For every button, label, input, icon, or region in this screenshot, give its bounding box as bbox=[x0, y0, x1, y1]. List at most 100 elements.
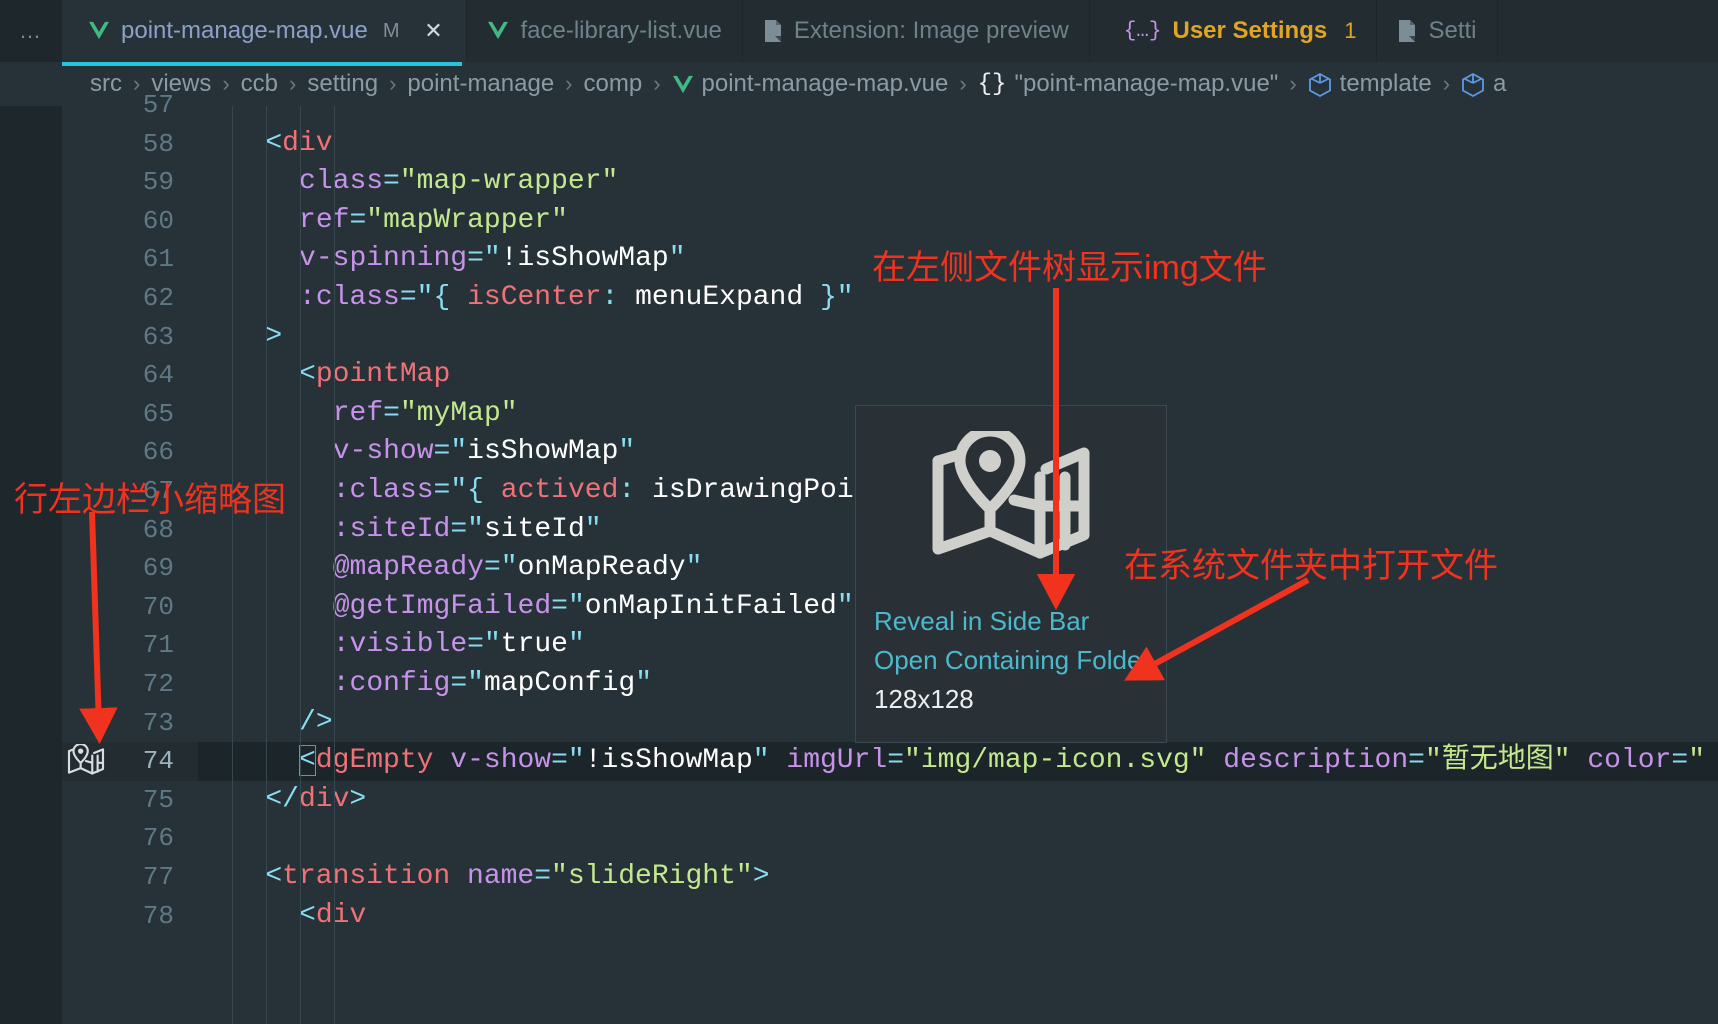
indent-guide bbox=[334, 106, 335, 1024]
image-preview-hover-widget[interactable]: Reveal in Side Bar Open Containing Folde… bbox=[855, 405, 1167, 743]
code-text[interactable]: <dgEmpty v-show="!isShowMap" imgUrl="img… bbox=[299, 742, 1705, 781]
line-number: 78 bbox=[142, 900, 174, 931]
code-line[interactable]: 75 </div> bbox=[0, 781, 1718, 820]
code-token: color bbox=[1587, 745, 1672, 777]
indent-guide bbox=[232, 106, 233, 1024]
code-token: " bbox=[752, 745, 770, 777]
code-text[interactable]: </div> bbox=[265, 781, 366, 820]
code-text[interactable]: <div bbox=[299, 897, 366, 936]
code-line[interactable]: 64 <pointMap bbox=[0, 356, 1718, 395]
code-token: " bbox=[618, 436, 636, 468]
code-text[interactable]: :visible="true" bbox=[333, 626, 585, 665]
code-token: :visible bbox=[332, 629, 468, 661]
code-text[interactable]: v-spinning="!isShowMap" bbox=[299, 240, 686, 279]
code-line[interactable]: 63 > bbox=[0, 318, 1718, 357]
code-token: actived bbox=[500, 475, 619, 506]
code-line[interactable]: 57 bbox=[0, 86, 1718, 125]
code-token: = bbox=[399, 282, 417, 313]
tab-point-manage-map-vue[interactable]: point-manage-map.vue M ✕ bbox=[62, 0, 468, 62]
file-icon bbox=[764, 20, 781, 42]
close-icon[interactable]: ✕ bbox=[420, 18, 446, 44]
code-text[interactable]: @mapReady="onMapReady" bbox=[333, 549, 703, 588]
code-token: mapConfig bbox=[483, 668, 636, 699]
code-line[interactable]: 61 v-spinning="!isShowMap" bbox=[0, 240, 1718, 279]
reveal-in-side-bar-link[interactable]: Reveal in Side Bar bbox=[856, 606, 1166, 637]
code-token: " bbox=[567, 745, 585, 777]
code-token: = bbox=[551, 590, 568, 622]
code-token: !isShowMap bbox=[584, 745, 753, 777]
line-number: 72 bbox=[142, 669, 174, 699]
open-containing-folder-link[interactable]: Open Containing Folder bbox=[856, 645, 1166, 676]
code-token: = bbox=[450, 513, 468, 545]
code-text[interactable]: <transition name="slideRight"> bbox=[265, 858, 769, 897]
code-token: : bbox=[618, 475, 636, 506]
code-token: :config bbox=[332, 668, 451, 699]
line-number: 73 bbox=[142, 707, 174, 738]
tab-extension-image-preview[interactable]: Extension: Image preview bbox=[743, 0, 1090, 62]
code-token: = bbox=[433, 475, 451, 506]
code-token: !isShowMap bbox=[500, 243, 669, 275]
code-text[interactable]: /> bbox=[299, 704, 333, 743]
tab-settings[interactable]: Setti bbox=[1377, 0, 1498, 62]
code-text[interactable]: ref="myMap" bbox=[333, 395, 518, 434]
code-line[interactable]: 77 <transition name="slideRight"> bbox=[0, 858, 1718, 897]
code-text[interactable]: <pointMap bbox=[299, 356, 450, 395]
tab-label: point-manage-map.vue bbox=[121, 17, 368, 44]
code-token: " bbox=[836, 590, 854, 622]
tab-user-settings[interactable]: {…} User Settings 1 bbox=[1090, 0, 1378, 62]
code-token: @getImgFailed bbox=[332, 590, 552, 622]
code-text[interactable]: class="map-wrapper" bbox=[299, 163, 618, 202]
code-text[interactable]: <div bbox=[265, 125, 332, 164]
code-token: ref bbox=[299, 204, 350, 236]
code-text[interactable]: v-show="isShowMap" bbox=[333, 433, 636, 472]
code-token: = bbox=[483, 552, 501, 584]
code-token: " bbox=[567, 590, 585, 622]
code-token: /> bbox=[299, 706, 333, 738]
code-token: "暂无地图" bbox=[1424, 745, 1571, 777]
code-line[interactable]: 62:class="{ isCenter: menuExpand }" bbox=[0, 279, 1718, 318]
code-token: true bbox=[500, 629, 568, 661]
code-token: " bbox=[584, 513, 602, 545]
code-line[interactable]: 74 <dgEmpty v-show="!isShowMap" imgUrl="i… bbox=[0, 742, 1718, 781]
code-text[interactable]: :class="{ actived: isDrawingPoint } bbox=[333, 472, 921, 511]
code-token: "slideRight" bbox=[551, 861, 753, 892]
code-token: isCenter bbox=[467, 282, 602, 313]
code-line[interactable]: 60 ref="mapWrapper" bbox=[0, 202, 1718, 241]
code-token: "map-wrapper" bbox=[399, 166, 619, 198]
code-text[interactable]: :siteId="siteId" bbox=[333, 511, 602, 550]
code-token: = bbox=[887, 745, 905, 777]
tab-face-library-list-vue[interactable]: face-library-list.vue bbox=[467, 0, 743, 62]
editor-tab-bar: … point-manage-map.vue M ✕ face-library-… bbox=[0, 0, 1718, 62]
code-token: < bbox=[299, 899, 316, 931]
code-line[interactable]: 76 bbox=[0, 819, 1718, 858]
code-token: = bbox=[349, 204, 367, 236]
code-text[interactable]: ref="mapWrapper" bbox=[299, 202, 568, 241]
line-number: 77 bbox=[142, 862, 174, 892]
code-text[interactable]: > bbox=[265, 318, 282, 357]
code-token: v-spinning bbox=[299, 243, 468, 275]
code-token: name bbox=[467, 861, 535, 892]
code-token: " bbox=[467, 668, 484, 699]
code-text[interactable]: :config="mapConfig" bbox=[333, 665, 652, 704]
code-text[interactable]: :class="{ isCenter: menuExpand }" bbox=[299, 279, 854, 318]
code-token: }" bbox=[819, 282, 854, 313]
file-icon bbox=[1399, 20, 1416, 42]
line-number: 75 bbox=[142, 784, 174, 815]
code-token: > bbox=[349, 783, 367, 815]
code-token: pointMap bbox=[315, 359, 451, 391]
tab-label: User Settings bbox=[1172, 17, 1328, 44]
code-line[interactable]: 58 <div bbox=[0, 125, 1718, 164]
code-token: div bbox=[298, 783, 350, 815]
code-token: < bbox=[265, 127, 283, 159]
code-line[interactable]: 59 class="map-wrapper" bbox=[0, 163, 1718, 202]
code-line[interactable]: 78 <div bbox=[0, 897, 1718, 936]
code-text[interactable]: @getImgFailed="onMapInitFailed" bbox=[333, 588, 854, 627]
tab-overflow-actions[interactable]: … bbox=[0, 0, 62, 62]
code-token: < bbox=[299, 745, 316, 777]
line-number: 69 bbox=[142, 553, 174, 584]
indent-guide bbox=[266, 106, 267, 1024]
